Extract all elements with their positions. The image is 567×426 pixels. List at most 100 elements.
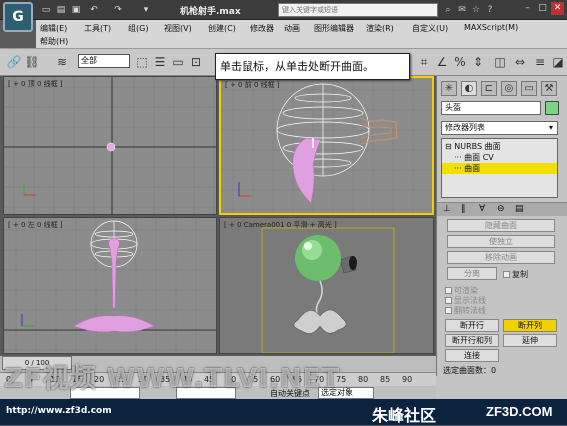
menu-views[interactable]: 视图(V) <box>164 23 192 34</box>
flip-normals-checkbox[interactable]: 翻转法线 <box>445 305 486 316</box>
pin-stack-icon[interactable]: ⊥ <box>443 204 451 214</box>
tooltip: 单击鼠标，从单击处断开曲面。 <box>215 53 410 80</box>
menu-help[interactable]: 帮助(H) <box>40 36 68 47</box>
redo-icon[interactable]: ↷ <box>112 5 124 16</box>
window-title: 机枪射手.max <box>180 7 241 17</box>
search-icon[interactable]: ⌕ <box>442 4 454 16</box>
angle-snap-icon[interactable]: ∠ <box>434 54 450 70</box>
chevron-down-icon[interactable]: ▾ <box>549 123 553 132</box>
detach-button[interactable]: 分离 <box>447 267 497 280</box>
create-tab-icon[interactable]: ✳ <box>441 81 457 96</box>
modifier-stack: ⊟ NURBS 曲面 ··· 曲面 CV ··· 曲面 <box>441 138 558 198</box>
menu-tools[interactable]: 工具(T) <box>84 23 111 34</box>
rect-select-icon[interactable]: ▭ <box>170 54 186 70</box>
save-file-icon[interactable]: ▣ <box>70 5 82 16</box>
copy-label: 复制 <box>512 270 528 279</box>
make-unique-icon[interactable]: ∀ <box>479 204 485 214</box>
left-viewport-graphics <box>4 218 216 353</box>
menu-animation[interactable]: 动画 <box>284 23 300 34</box>
favorites-icon[interactable]: ☆ <box>470 4 482 16</box>
object-color-swatch[interactable] <box>545 101 559 115</box>
display-normals-label: 显示法线 <box>454 296 486 305</box>
app-logo-button[interactable]: G <box>3 2 33 32</box>
menu-graph-editors[interactable]: 图形编辑器 <box>314 23 354 34</box>
display-normals-check-box[interactable] <box>445 297 452 304</box>
menu-bar: 编辑(E) 工具(T) 组(G) 视图(V) 创建(C) 修改器 动画 图形编辑… <box>36 20 567 48</box>
modifier-list-dropdown[interactable]: 修改器列表 <box>441 121 558 135</box>
stack-item-surface-cv[interactable]: ··· 曲面 CV <box>442 152 557 163</box>
named-selection-icon[interactable]: ◫ <box>492 54 508 70</box>
mirror-icon[interactable]: ⇔ <box>512 54 528 70</box>
viewport-label-front[interactable]: [ + 0 前 0 线框 ] <box>225 80 280 90</box>
stack-item-surface[interactable]: ··· 曲面 <box>442 163 557 174</box>
viewport-top[interactable]: [ + 0 顶 0 线框 ] <box>3 76 217 215</box>
maximize-button[interactable]: □ <box>536 2 549 15</box>
title-bar: ▭ ▤ ▣ ↶ ↷ ▾ 机枪射手.max ⌕ ✉ ☆ ? – □ ✕ <box>0 0 567 20</box>
snap-toggle-icon[interactable]: ⌗ <box>416 54 432 70</box>
viewport-camera[interactable]: [ + 0 Camera001 0 平滑 + 高光 ] <box>219 217 434 354</box>
layer-manager-icon[interactable]: ◪ <box>550 54 566 70</box>
front-viewport-graphics <box>221 78 432 213</box>
selection-filter-dropdown[interactable]: 全部 <box>78 54 130 68</box>
viewport-label-camera[interactable]: [ + 0 Camera001 0 平滑 + 高光 ] <box>224 220 337 230</box>
stack-root-label: NURBS 曲面 <box>454 142 501 151</box>
menu-customize[interactable]: 自定义(U) <box>412 23 448 34</box>
watermark-text: ZF视频 WWW.TLVI.NET <box>4 364 341 394</box>
window-crossing-icon[interactable]: ⊡ <box>188 54 204 70</box>
menu-maxscript[interactable]: MAXScript(M) <box>464 23 518 32</box>
flip-normals-label: 翻转法线 <box>454 306 486 315</box>
viewport-label-left[interactable]: [ + 0 左 0 线框 ] <box>8 220 63 230</box>
menu-group[interactable]: 组(G) <box>128 23 148 34</box>
copy-checkbox[interactable]: 复制 <box>503 269 528 280</box>
stack-item-nurbs-surface[interactable]: ⊟ NURBS 曲面 <box>442 141 557 152</box>
new-file-icon[interactable]: ▭ <box>40 5 52 16</box>
hide-surface-button[interactable]: 隐藏曲面 <box>447 219 555 232</box>
footer-url[interactable]: http://www.zf3d.com <box>6 406 112 416</box>
object-name-field[interactable]: 头盔 <box>441 101 541 115</box>
flip-normals-check-box[interactable] <box>445 307 452 314</box>
dropdown-icon[interactable]: ▾ <box>140 5 152 16</box>
spinner-snap-icon[interactable]: ⇕ <box>470 54 486 70</box>
open-file-icon[interactable]: ▤ <box>55 5 67 16</box>
unlink-icon[interactable]: ⛓ <box>24 54 40 70</box>
stack-cv-label: 曲面 CV <box>464 153 494 162</box>
show-end-result-icon[interactable]: ‖ <box>461 204 466 214</box>
configure-sets-icon[interactable]: ▤ <box>515 204 524 214</box>
minimize-button[interactable]: – <box>521 2 534 15</box>
percent-snap-icon[interactable]: % <box>452 54 468 70</box>
help-icon[interactable]: ? <box>484 4 496 16</box>
undo-icon[interactable]: ↶ <box>88 5 100 16</box>
utilities-tab-icon[interactable]: ⚒ <box>541 81 557 96</box>
link-icon[interactable]: 🔗 <box>6 54 22 70</box>
menu-create[interactable]: 创建(C) <box>208 23 236 34</box>
hierarchy-tab-icon[interactable]: ⊏ <box>481 81 497 96</box>
motion-tab-icon[interactable]: ◎ <box>501 81 517 96</box>
search-input[interactable] <box>278 3 438 17</box>
stack-surface-label: 曲面 <box>464 164 481 173</box>
display-tab-icon[interactable]: ▭ <box>521 81 537 96</box>
viewport-front[interactable]: [ + 0 前 0 线框 ] <box>219 76 434 215</box>
modify-tab-icon[interactable]: ◐ <box>461 81 477 96</box>
viewport-label-top[interactable]: [ + 0 顶 0 线框 ] <box>8 79 63 89</box>
select-object-icon[interactable]: ⬚ <box>134 54 150 70</box>
extend-button[interactable]: 延伸 <box>503 334 557 347</box>
close-button[interactable]: ✕ <box>551 2 564 15</box>
break-row-col-button[interactable]: 断开行和列 <box>445 334 499 347</box>
select-by-name-icon[interactable]: ☰ <box>152 54 168 70</box>
menu-edit[interactable]: 编辑(E) <box>40 23 67 34</box>
break-column-button[interactable]: 断开列 <box>503 319 557 332</box>
comm-center-icon[interactable]: ✉ <box>456 4 468 16</box>
remove-animation-button[interactable]: 移除动画 <box>447 251 555 264</box>
join-button[interactable]: 连接 <box>445 349 499 362</box>
copy-check-box[interactable] <box>503 271 510 278</box>
menu-rendering[interactable]: 渲染(R) <box>366 23 394 34</box>
make-independent-button[interactable]: 使独立 <box>447 235 555 248</box>
viewport-left[interactable]: [ + 0 左 0 线框 ] <box>3 217 217 354</box>
align-icon[interactable]: ≡ <box>532 54 548 70</box>
renderable-check-box[interactable] <box>445 287 452 294</box>
bind-space-warp-icon[interactable]: ≋ <box>54 54 70 70</box>
menu-modifiers[interactable]: 修改器 <box>250 23 274 34</box>
camera-viewport-graphics <box>261 227 395 353</box>
remove-modifier-icon[interactable]: ⊖ <box>497 204 505 214</box>
break-row-button[interactable]: 断开行 <box>445 319 499 332</box>
